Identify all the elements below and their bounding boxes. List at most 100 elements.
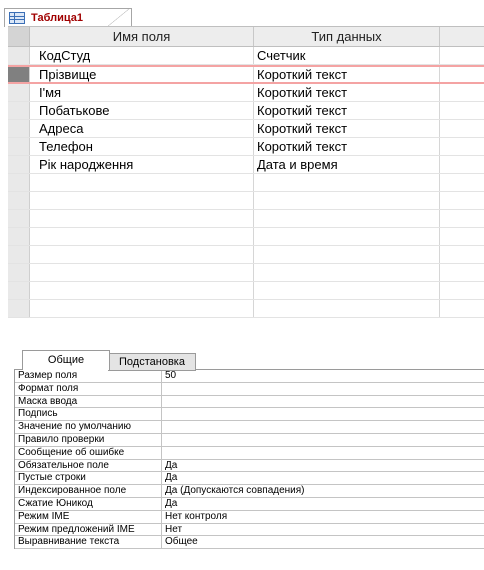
data-type-cell[interactable]: Счетчик (254, 47, 440, 64)
field-name-cell[interactable]: Прізвище (30, 67, 254, 82)
field-row[interactable]: Прізвище Короткий текст (8, 65, 484, 84)
field-name-cell[interactable]: Адреса (30, 120, 254, 137)
field-row[interactable] (8, 192, 484, 210)
field-name-cell[interactable]: Побатькове (30, 102, 254, 119)
row-selector[interactable] (8, 102, 30, 119)
data-type-cell[interactable]: Короткий текст (254, 138, 440, 155)
data-type-cell[interactable] (254, 282, 440, 299)
row-selector[interactable] (8, 264, 30, 281)
data-type-cell[interactable] (254, 264, 440, 281)
property-row: Режим предложений IME Нет (15, 523, 484, 537)
property-value[interactable]: Да (Допускаются совпадения) (162, 485, 484, 497)
description-cell[interactable] (440, 300, 484, 317)
data-type-cell[interactable]: Дата и время (254, 156, 440, 173)
description-cell[interactable] (440, 210, 484, 227)
field-row[interactable]: Побатькове Короткий текст (8, 102, 484, 120)
property-value[interactable] (162, 421, 484, 433)
row-selector[interactable] (8, 156, 30, 173)
field-row[interactable]: Рік народження Дата и время (8, 156, 484, 174)
field-name-cell[interactable] (30, 174, 254, 191)
row-selector[interactable] (8, 138, 30, 155)
data-type-cell[interactable] (254, 228, 440, 245)
row-selector[interactable] (8, 300, 30, 317)
tab-general[interactable]: Общие (22, 350, 110, 370)
description-cell[interactable] (440, 282, 484, 299)
row-selector[interactable] (8, 246, 30, 263)
property-value[interactable]: Да (162, 460, 484, 472)
field-name-cell[interactable] (30, 210, 254, 227)
field-name-cell[interactable] (30, 300, 254, 317)
data-type-cell[interactable]: Короткий текст (254, 84, 440, 101)
field-name-cell[interactable] (30, 228, 254, 245)
select-all-corner[interactable] (8, 27, 30, 46)
data-type-cell[interactable] (254, 174, 440, 191)
description-cell[interactable] (440, 246, 484, 263)
property-label: Правило проверки (15, 433, 162, 446)
data-type-cell[interactable] (254, 210, 440, 227)
data-type-cell[interactable]: Короткий текст (254, 67, 440, 82)
field-name-cell[interactable]: КодСтуд (30, 47, 254, 64)
data-type-cell[interactable]: Короткий текст (254, 102, 440, 119)
field-row[interactable] (8, 300, 484, 318)
description-cell[interactable] (440, 228, 484, 245)
row-selector[interactable] (8, 282, 30, 299)
description-cell[interactable] (440, 47, 484, 64)
field-row[interactable] (8, 246, 484, 264)
description-cell[interactable] (440, 120, 484, 137)
row-selector[interactable] (8, 47, 30, 64)
property-value[interactable]: 50 (162, 370, 484, 382)
property-value[interactable]: Да (162, 472, 484, 484)
description-cell[interactable] (440, 156, 484, 173)
property-value[interactable] (162, 434, 484, 446)
field-name-cell[interactable] (30, 192, 254, 209)
row-selector[interactable] (8, 120, 30, 137)
tab-lookup[interactable]: Подстановка (108, 353, 196, 371)
description-cell[interactable] (440, 67, 484, 82)
row-selector[interactable] (8, 67, 30, 82)
description-cell[interactable] (440, 192, 484, 209)
row-selector[interactable] (8, 228, 30, 245)
field-name-cell[interactable] (30, 264, 254, 281)
field-row[interactable] (8, 174, 484, 192)
field-row[interactable] (8, 210, 484, 228)
description-cell[interactable] (440, 174, 484, 191)
property-value[interactable] (162, 396, 484, 408)
field-name-cell[interactable]: І'мя (30, 84, 254, 101)
column-header-field-name[interactable]: Имя поля (30, 27, 254, 46)
column-header-data-type[interactable]: Тип данных (254, 27, 440, 46)
property-value[interactable]: Общее (162, 536, 484, 548)
field-name-cell[interactable] (30, 246, 254, 263)
field-row[interactable] (8, 228, 484, 246)
field-name-cell[interactable]: Телефон (30, 138, 254, 155)
data-type-cell[interactable] (254, 300, 440, 317)
field-row[interactable]: КодСтуд Счетчик (8, 47, 484, 65)
column-header-description[interactable] (440, 27, 484, 46)
row-selector[interactable] (8, 192, 30, 209)
data-type-cell[interactable] (254, 246, 440, 263)
row-selector[interactable] (8, 210, 30, 227)
property-value[interactable]: Нет контроля (162, 511, 484, 523)
property-row: Значение по умолчанию (15, 421, 484, 434)
data-type-cell[interactable] (254, 192, 440, 209)
field-row[interactable] (8, 264, 484, 282)
row-selector[interactable] (8, 174, 30, 191)
field-name-cell[interactable] (30, 282, 254, 299)
data-type-cell[interactable]: Короткий текст (254, 120, 440, 137)
tab-edge (108, 8, 130, 26)
field-row[interactable]: І'мя Короткий текст (8, 84, 484, 102)
description-cell[interactable] (440, 84, 484, 101)
row-selector[interactable] (8, 84, 30, 101)
description-cell[interactable] (440, 264, 484, 281)
field-row[interactable]: Адреса Короткий текст (8, 120, 484, 138)
property-value[interactable] (162, 408, 484, 420)
property-value[interactable] (162, 447, 484, 459)
field-name-cell[interactable]: Рік народження (30, 156, 254, 173)
property-value[interactable]: Да (162, 498, 484, 510)
field-row[interactable]: Телефон Короткий текст (8, 138, 484, 156)
property-value[interactable] (162, 383, 484, 395)
property-row: Обязательное поле Да (15, 459, 484, 473)
property-value[interactable]: Нет (162, 524, 484, 536)
description-cell[interactable] (440, 138, 484, 155)
description-cell[interactable] (440, 102, 484, 119)
field-row[interactable] (8, 282, 484, 300)
